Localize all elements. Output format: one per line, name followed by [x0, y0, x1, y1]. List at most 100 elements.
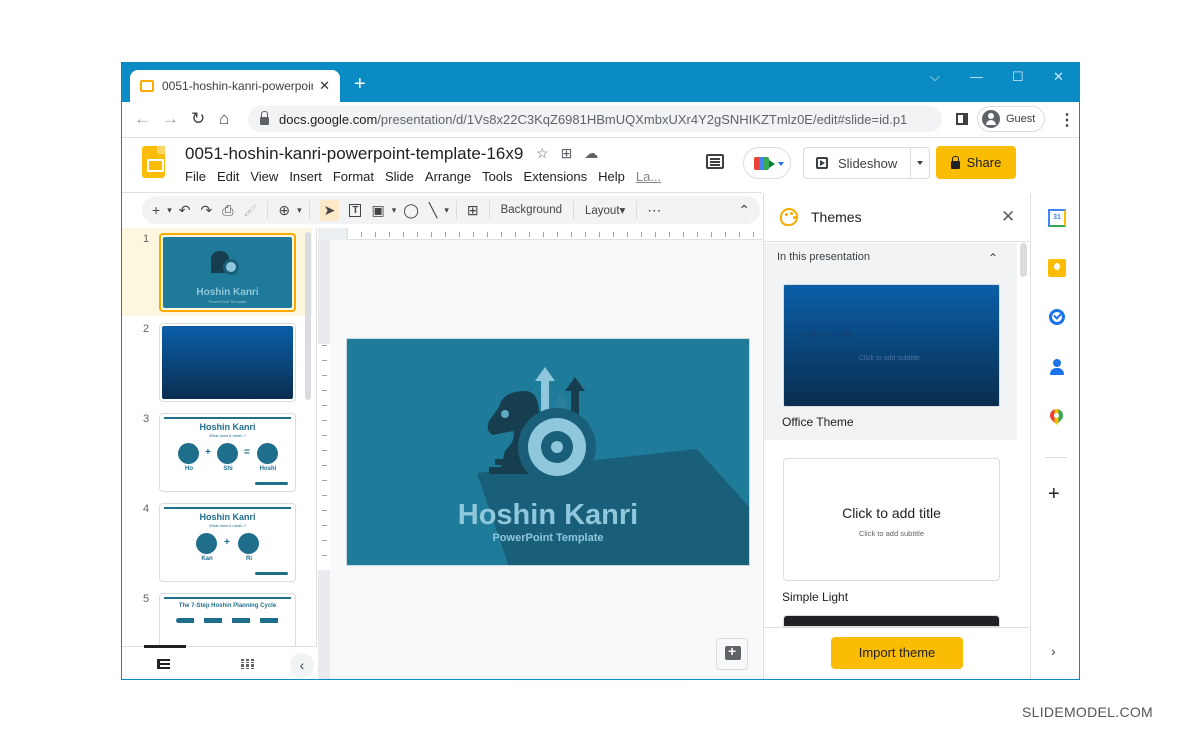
menu-arrange[interactable]: Arrange — [425, 169, 471, 184]
new-slide-button[interactable]: + — [152, 202, 160, 218]
line-dropdown[interactable]: ▾ — [444, 205, 449, 216]
cloud-status-icon[interactable]: ☁ — [584, 145, 598, 162]
close-themes-button[interactable]: ✕ — [1001, 207, 1015, 227]
home-button[interactable]: ⌂ — [219, 109, 229, 129]
filmstrip-scrollbar[interactable] — [305, 232, 311, 400]
slide-subtitle[interactable]: PowerPoint Template — [347, 532, 749, 544]
image-dropdown[interactable]: ▾ — [392, 205, 397, 216]
browser-tab[interactable]: 0051-hoshin-kanri-powerpoint-template-16… — [130, 70, 340, 102]
maximize-button[interactable]: ☐ — [1012, 69, 1024, 85]
term-label: Shi — [223, 466, 233, 472]
share-button[interactable]: Share — [936, 146, 1016, 179]
slides-logo-icon[interactable] — [142, 146, 165, 178]
paint-format-button[interactable]: 🖌 — [243, 204, 257, 217]
back-button[interactable]: ← — [134, 109, 151, 129]
side-panel-icon[interactable] — [956, 113, 968, 125]
speaker-notes-add-button[interactable] — [716, 638, 748, 670]
maps-icon[interactable] — [1047, 406, 1066, 425]
zoom-button[interactable]: ⊕ — [278, 202, 290, 219]
menu-file[interactable]: File — [185, 169, 206, 184]
theme-preview-office[interactable]: Click to add title Click to add subtitle — [783, 284, 1000, 407]
slide-thumbnail-2[interactable]: 2 — [122, 318, 312, 406]
show-side-panel-button[interactable]: › — [1051, 643, 1056, 659]
address-bar-row: ← → ↻ ⌂ docs.google.com/presentation/d/1… — [122, 102, 1079, 138]
menu-view[interactable]: View — [250, 169, 278, 184]
collapse-menus-button[interactable]: ⌃ — [738, 202, 750, 219]
tasks-icon[interactable] — [1049, 309, 1065, 325]
new-slide-layout-dropdown[interactable]: ▾ — [167, 205, 172, 216]
horizontal-ruler[interactable] — [348, 228, 762, 240]
watermark: SLIDEMODEL.COM — [1022, 704, 1153, 720]
chevron-up-icon[interactable]: ⌃ — [988, 251, 998, 265]
filmstrip-view-icon[interactable] — [157, 659, 170, 669]
target-icon — [223, 259, 239, 275]
tab-close-icon[interactable]: ✕ — [319, 78, 330, 94]
avatar-icon — [982, 110, 1000, 128]
preview-title: Click to add title — [842, 505, 941, 521]
slide-thumbnail-1[interactable]: 1 Hoshin Kanri PowerPoint Template — [122, 228, 312, 316]
reload-button[interactable]: ↻ — [191, 109, 205, 129]
menu-edit[interactable]: Edit — [217, 169, 239, 184]
move-to-folder-icon[interactable]: ⊞ — [561, 145, 573, 162]
star-icon[interactable]: ☆ — [536, 145, 549, 162]
themes-panel: Themes ✕ In this presentation ⌃ Click to… — [763, 193, 1029, 679]
add-comment-button[interactable]: ⊞ — [467, 202, 479, 219]
slide-title[interactable]: Hoshin Kanri — [347, 499, 749, 532]
layout-button[interactable]: Layout▾ — [585, 203, 625, 217]
menu-slide[interactable]: Slide — [385, 169, 414, 184]
menu-tools[interactable]: Tools — [482, 169, 512, 184]
comments-icon[interactable] — [706, 154, 724, 169]
document-title[interactable]: 0051-hoshin-kanri-powerpoint-template-16… — [185, 144, 523, 164]
themes-scrollbar[interactable] — [1020, 243, 1027, 277]
slideshow-options-dropdown[interactable] — [910, 148, 929, 178]
zoom-dropdown[interactable]: ▾ — [297, 205, 302, 216]
import-theme-button[interactable]: Import theme — [831, 637, 963, 669]
last-edit-link[interactable]: La... — [636, 169, 661, 184]
more-options-button[interactable]: ⋯ — [647, 202, 661, 219]
print-button[interactable]: ⎙ — [222, 202, 233, 219]
menu-help[interactable]: Help — [598, 169, 625, 184]
term-label: Hoshi — [259, 466, 277, 472]
current-slide[interactable]: Hoshin Kanri PowerPoint Template — [346, 338, 750, 566]
filmstrip-panel: 1 Hoshin Kanri PowerPoint Template 2 3 H… — [122, 228, 317, 679]
shape-tool[interactable]: ◯ — [403, 202, 419, 219]
menu-extensions[interactable]: Extensions — [524, 169, 588, 184]
slide-thumbnail-5[interactable]: 5 The 7-Step Hoshin Planning Cycle — [122, 588, 312, 648]
slideshow-button[interactable]: Slideshow — [803, 147, 930, 179]
undo-button[interactable]: ↶ — [179, 202, 191, 219]
select-tool[interactable]: ➤ — [319, 199, 340, 221]
theme-preview-simple-light[interactable]: Click to add title Click to add subtitle — [783, 458, 1000, 581]
insert-image-button[interactable]: ▣ — [371, 202, 384, 219]
slide-number: 4 — [143, 503, 150, 515]
url-input[interactable]: docs.google.com/presentation/d/1Vs8x22C3… — [248, 106, 942, 132]
meet-button[interactable] — [743, 147, 791, 179]
contacts-icon[interactable] — [1048, 359, 1066, 377]
menu-format[interactable]: Format — [333, 169, 374, 184]
tab-search-icon[interactable]: ⌵ — [930, 69, 940, 85]
divider — [488, 201, 490, 219]
term-label: Ho — [185, 466, 193, 472]
grid-view-icon[interactable] — [241, 659, 254, 669]
keep-icon[interactable] — [1048, 259, 1066, 277]
background-button[interactable]: Background — [501, 204, 562, 216]
collapse-filmstrip-button[interactable]: ‹ — [290, 653, 314, 677]
forward-button[interactable]: → — [162, 109, 179, 129]
current-theme-section: In this presentation ⌃ Click to add titl… — [764, 243, 1017, 440]
minimize-button[interactable]: — — [970, 69, 983, 84]
slide-thumbnail-4[interactable]: 4 Hoshin Kanri What does it mean ? + Kan… — [122, 498, 312, 586]
calendar-icon[interactable]: 31 — [1048, 209, 1066, 227]
profile-button[interactable]: Guest — [977, 106, 1045, 132]
section-label: In this presentation — [777, 251, 870, 263]
vertical-ruler[interactable] — [318, 240, 330, 679]
text-box-tool[interactable]: T — [349, 203, 362, 217]
menu-insert[interactable]: Insert — [289, 169, 322, 184]
app-header: 0051-hoshin-kanri-powerpoint-template-16… — [122, 138, 1079, 192]
new-tab-button[interactable]: + — [354, 74, 366, 94]
get-addons-button[interactable]: + — [1048, 483, 1060, 506]
theme-preview-dark[interactable] — [783, 615, 1000, 627]
line-tool[interactable]: ╲ — [429, 202, 437, 219]
browser-menu-icon[interactable]: ⋮ — [1059, 110, 1075, 130]
slide-thumbnail-3[interactable]: 3 Hoshin Kanri What does it mean ? + = H… — [122, 408, 312, 496]
close-window-button[interactable]: ✕ — [1053, 69, 1064, 85]
redo-button[interactable]: ↷ — [200, 202, 212, 219]
